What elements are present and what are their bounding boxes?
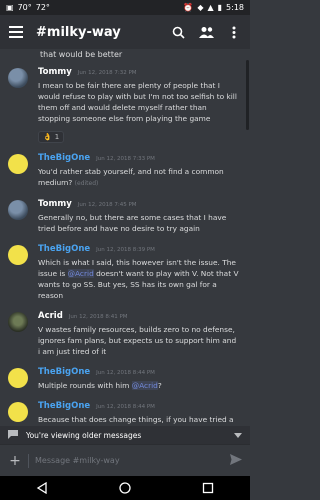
user-mention[interactable]: @Acrid xyxy=(67,269,94,278)
message: TheBigOne Jun 12, 2018 8:39 PM Which is … xyxy=(0,238,246,305)
author-name[interactable]: TheBigOne xyxy=(38,401,90,412)
channel-title: #milky-way xyxy=(36,24,121,40)
message-body-post: ? xyxy=(157,381,162,390)
older-messages-label: You're viewing older messages xyxy=(26,430,142,440)
message-body-pre: Multiple rounds with him xyxy=(38,381,132,390)
message-text: Because that does change things, if you … xyxy=(38,415,234,424)
system-nav-bar xyxy=(0,476,250,500)
timestamp: Jun 12, 2018 8:44 PM xyxy=(96,370,155,376)
message-text: I mean to be fair there are plenty of pe… xyxy=(38,81,237,123)
battery-icon: ▮ xyxy=(217,3,223,12)
search-icon[interactable] xyxy=(170,24,186,40)
send-icon[interactable] xyxy=(230,453,242,468)
chat-bubble-icon xyxy=(8,429,18,441)
avatar[interactable] xyxy=(8,200,28,220)
message-text: Which is what I said, this however isn't… xyxy=(38,257,240,301)
author-name[interactable]: TheBigOne xyxy=(38,244,90,255)
author-name[interactable]: TheBigOne xyxy=(38,153,90,164)
message: TheBigOne Jun 12, 2018 8:44 PM Multiple … xyxy=(0,361,246,395)
photo-icon: ▣ xyxy=(6,3,14,12)
message-continued-text: that would be better xyxy=(40,50,123,59)
chevron-down-icon[interactable] xyxy=(234,431,242,440)
temperature-2: 72° xyxy=(35,3,50,12)
user-mention[interactable]: @Acrid xyxy=(131,381,158,390)
message-body: You'd rather stab yourself, and not find… xyxy=(38,167,224,187)
avatar[interactable] xyxy=(8,68,28,88)
back-icon[interactable] xyxy=(32,478,52,498)
message-text: V wastes family resources, builds zero t… xyxy=(38,325,237,356)
avatar[interactable] xyxy=(8,402,28,422)
message: TheBigOne Jun 12, 2018 7:33 PM You'd rat… xyxy=(0,147,246,193)
signal-icon: ▲ xyxy=(207,3,214,12)
recents-icon[interactable] xyxy=(198,478,218,498)
app-bar: #milky-way xyxy=(0,15,250,49)
avatar[interactable] xyxy=(8,245,28,265)
add-attachment-icon[interactable]: + xyxy=(8,453,22,469)
home-icon[interactable] xyxy=(115,478,135,498)
timestamp: Jun 12, 2018 8:41 PM xyxy=(68,314,128,320)
message: Acrid Jun 12, 2018 8:41 PM V wastes fami… xyxy=(0,305,246,361)
ok-hand-icon: 👌 xyxy=(43,133,52,141)
clock: 5:18 xyxy=(226,3,244,12)
hamburger-menu-icon[interactable] xyxy=(8,24,24,40)
composer-divider xyxy=(28,453,29,468)
edited-label: (edited) xyxy=(74,180,99,187)
timestamp: Jun 12, 2018 7:33 PM xyxy=(96,156,155,162)
message-text: You'd rather stab yourself, and not find… xyxy=(38,166,240,189)
avatar[interactable] xyxy=(8,154,28,174)
message: TheBigOne Jun 12, 2018 8:44 PM Because t… xyxy=(0,395,246,426)
timestamp: Jun 12, 2018 7:45 PM xyxy=(77,202,137,208)
message-input[interactable] xyxy=(35,456,224,465)
older-messages-bar[interactable]: You're viewing older messages xyxy=(0,426,250,444)
message-composer: + xyxy=(0,444,250,476)
members-icon[interactable] xyxy=(198,24,214,40)
wifi-icon: ◆ xyxy=(197,3,204,12)
author-name[interactable]: Tommy xyxy=(38,199,72,210)
temperature-1: 70° xyxy=(17,3,32,12)
reaction-count: 1 xyxy=(54,133,60,141)
reaction-chip[interactable]: 👌 1 xyxy=(38,131,65,143)
message-text: Generally no, but there are some cases t… xyxy=(38,213,227,233)
author-name[interactable]: Tommy xyxy=(38,67,72,78)
message: Tommy Jun 12, 2018 7:32 PM I mean to be … xyxy=(0,61,246,147)
status-bar: ▣ 70° 72° ⏰ ◆ ▲ ▮ 5:18 xyxy=(0,0,250,15)
message: Tommy Jun 12, 2018 7:45 PM Generally no,… xyxy=(0,193,246,238)
avatar[interactable] xyxy=(8,312,28,332)
message-list[interactable]: that would be better Tommy Jun 12, 2018 … xyxy=(0,49,250,426)
avatar[interactable] xyxy=(8,368,28,388)
author-name[interactable]: Acrid xyxy=(38,311,63,322)
scrollbar[interactable] xyxy=(246,60,249,130)
alarm-icon: ⏰ xyxy=(183,3,194,12)
timestamp: Jun 12, 2018 8:44 PM xyxy=(96,404,155,410)
timestamp: Jun 12, 2018 7:32 PM xyxy=(77,70,137,76)
author-name[interactable]: TheBigOne xyxy=(38,367,90,378)
timestamp: Jun 12, 2018 8:39 PM xyxy=(96,247,155,253)
message-text: Multiple rounds with him @Acrid? xyxy=(38,380,240,391)
overflow-menu-icon[interactable] xyxy=(226,24,242,40)
